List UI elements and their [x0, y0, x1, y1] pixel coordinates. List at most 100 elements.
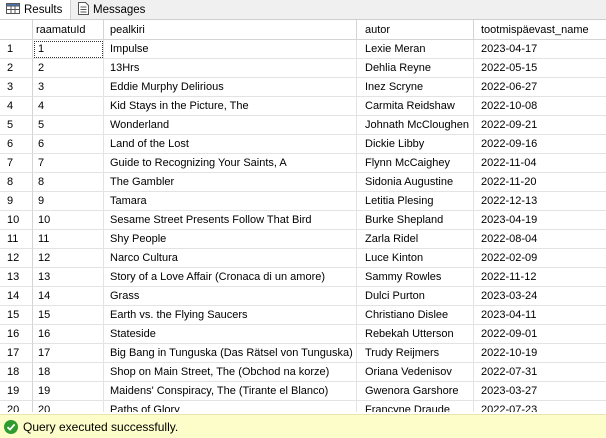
cell-pealkiri[interactable]: 13Hrs: [104, 59, 357, 78]
row-number[interactable]: 4: [0, 97, 33, 116]
table-row[interactable]: 9 9 Tamara Letitia Plesing 2022-12-13: [0, 192, 606, 211]
row-number[interactable]: 8: [0, 173, 33, 192]
table-row[interactable]: 4 4 Kid Stays in the Picture, The Carmita R…: [0, 97, 606, 116]
row-number[interactable]: 11: [0, 230, 33, 249]
row-number[interactable]: 16: [0, 325, 33, 344]
cell-pealkiri[interactable]: Earth vs. the Flying Saucers: [104, 306, 357, 325]
table-row[interactable]: 20 20 Paths of Glory Francyne Draude 2022-07…: [0, 401, 606, 412]
cell-autor[interactable]: Letitia Plesing: [357, 192, 474, 211]
cell-raamatuid[interactable]: 1: [33, 40, 104, 59]
cell-pealkiri[interactable]: Narco Cultura: [104, 249, 357, 268]
table-row[interactable]: 12 12 Narco Cultura Luce Kinton 2022-02-09: [0, 249, 606, 268]
row-number[interactable]: 2: [0, 59, 33, 78]
cell-autor[interactable]: Flynn McCaighey: [357, 154, 474, 173]
cell-pealkiri[interactable]: Shy People: [104, 230, 357, 249]
table-row[interactable]: 18 18 Shop on Main Street, The (Obchod na …: [0, 363, 606, 382]
table-row[interactable]: 14 14 Grass Dulci Purton 2023-03-24: [0, 287, 606, 306]
cell-raamatuid[interactable]: 11: [33, 230, 104, 249]
cell-pealkiri[interactable]: Land of the Lost: [104, 135, 357, 154]
cell-tootmispaevast-name[interactable]: 2022-08-04: [474, 230, 606, 249]
cell-raamatuid[interactable]: 14: [33, 287, 104, 306]
cell-raamatuid[interactable]: 15: [33, 306, 104, 325]
table-row[interactable]: 10 10 Sesame Street Presents Follow That B…: [0, 211, 606, 230]
cell-autor[interactable]: Sammy Rowles: [357, 268, 474, 287]
cell-pealkiri[interactable]: Big Bang in Tunguska (Das Rätsel von Tun…: [104, 344, 357, 363]
cell-tootmispaevast-name[interactable]: 2022-07-23: [474, 401, 606, 412]
cell-tootmispaevast-name[interactable]: 2022-09-01: [474, 325, 606, 344]
tab-messages[interactable]: Messages: [73, 0, 153, 19]
row-number[interactable]: 3: [0, 78, 33, 97]
cell-pealkiri[interactable]: Kid Stays in the Picture, The: [104, 97, 357, 116]
row-number-header[interactable]: [0, 20, 33, 39]
table-row[interactable]: 13 13 Story of a Love Affair (Cronaca di u…: [0, 268, 606, 287]
row-number[interactable]: 15: [0, 306, 33, 325]
table-row[interactable]: 5 5 Wonderland Johnath McCloughen 2022-09-21: [0, 116, 606, 135]
tab-results[interactable]: Results: [0, 0, 71, 19]
cell-pealkiri[interactable]: The Gambler: [104, 173, 357, 192]
cell-raamatuid[interactable]: 12: [33, 249, 104, 268]
cell-tootmispaevast-name[interactable]: 2023-04-11: [474, 306, 606, 325]
cell-autor[interactable]: Dehlia Reyne: [357, 59, 474, 78]
cell-pealkiri[interactable]: Stateside: [104, 325, 357, 344]
cell-pealkiri[interactable]: Grass: [104, 287, 357, 306]
row-number[interactable]: 20: [0, 401, 33, 412]
cell-raamatuid[interactable]: 8: [33, 173, 104, 192]
table-row[interactable]: 2 2 13Hrs Dehlia Reyne 2022-05-15: [0, 59, 606, 78]
row-number[interactable]: 9: [0, 192, 33, 211]
row-number[interactable]: 13: [0, 268, 33, 287]
table-row[interactable]: 1 1 Impulse Lexie Meran 2023-04-17: [0, 40, 606, 59]
cell-autor[interactable]: Johnath McCloughen: [357, 116, 474, 135]
cell-tootmispaevast-name[interactable]: 2023-03-27: [474, 382, 606, 401]
cell-autor[interactable]: Inez Scryne: [357, 78, 474, 97]
cell-tootmispaevast-name[interactable]: 2023-03-24: [474, 287, 606, 306]
cell-tootmispaevast-name[interactable]: 2022-12-13: [474, 192, 606, 211]
table-row[interactable]: 17 17 Big Bang in Tunguska (Das Rätsel von…: [0, 344, 606, 363]
cell-tootmispaevast-name[interactable]: 2022-10-19: [474, 344, 606, 363]
cell-raamatuid[interactable]: 5: [33, 116, 104, 135]
cell-pealkiri[interactable]: Sesame Street Presents Follow That Bird: [104, 211, 357, 230]
cell-pealkiri[interactable]: Tamara: [104, 192, 357, 211]
cell-raamatuid[interactable]: 20: [33, 401, 104, 412]
cell-tootmispaevast-name[interactable]: 2023-04-17: [474, 40, 606, 59]
row-number[interactable]: 17: [0, 344, 33, 363]
row-number[interactable]: 10: [0, 211, 33, 230]
cell-raamatuid[interactable]: 4: [33, 97, 104, 116]
cell-raamatuid[interactable]: 13: [33, 268, 104, 287]
cell-tootmispaevast-name[interactable]: 2022-02-09: [474, 249, 606, 268]
cell-tootmispaevast-name[interactable]: 2022-06-27: [474, 78, 606, 97]
cell-tootmispaevast-name[interactable]: 2022-11-12: [474, 268, 606, 287]
cell-autor[interactable]: Zarla Ridel: [357, 230, 474, 249]
cell-tootmispaevast-name[interactable]: 2022-09-16: [474, 135, 606, 154]
cell-autor[interactable]: Carmita Reidshaw: [357, 97, 474, 116]
column-header-pealkiri[interactable]: pealkiri: [104, 20, 357, 39]
cell-pealkiri[interactable]: Story of a Love Affair (Cronaca di un am…: [104, 268, 357, 287]
cell-tootmispaevast-name[interactable]: 2022-11-20: [474, 173, 606, 192]
table-row[interactable]: 6 6 Land of the Lost Dickie Libby 2022-09-16: [0, 135, 606, 154]
cell-raamatuid[interactable]: 17: [33, 344, 104, 363]
cell-autor[interactable]: Oriana Vedenisov: [357, 363, 474, 382]
cell-raamatuid[interactable]: 16: [33, 325, 104, 344]
cell-tootmispaevast-name[interactable]: 2022-07-31: [474, 363, 606, 382]
cell-autor[interactable]: Dulci Purton: [357, 287, 474, 306]
row-number[interactable]: 1: [0, 40, 33, 59]
cell-tootmispaevast-name[interactable]: 2022-11-04: [474, 154, 606, 173]
row-number[interactable]: 14: [0, 287, 33, 306]
table-row[interactable]: 15 15 Earth vs. the Flying Saucers Christia…: [0, 306, 606, 325]
cell-tootmispaevast-name[interactable]: 2023-04-19: [474, 211, 606, 230]
table-row[interactable]: 3 3 Eddie Murphy Delirious Inez Scryne 2022-…: [0, 78, 606, 97]
cell-raamatuid[interactable]: 18: [33, 363, 104, 382]
table-row[interactable]: 7 7 Guide to Recognizing Your Saints, A Fly…: [0, 154, 606, 173]
table-row[interactable]: 19 19 Maidens' Conspiracy, The (Tirante el…: [0, 382, 606, 401]
table-row[interactable]: 11 11 Shy People Zarla Ridel 2022-08-04: [0, 230, 606, 249]
cell-autor[interactable]: Rebekah Utterson: [357, 325, 474, 344]
cell-autor[interactable]: Luce Kinton: [357, 249, 474, 268]
cell-autor[interactable]: Sidonia Augustine: [357, 173, 474, 192]
cell-raamatuid[interactable]: 7: [33, 154, 104, 173]
cell-autor[interactable]: Trudy Reijmers: [357, 344, 474, 363]
cell-raamatuid[interactable]: 2: [33, 59, 104, 78]
cell-raamatuid[interactable]: 6: [33, 135, 104, 154]
cell-pealkiri[interactable]: Paths of Glory: [104, 401, 357, 412]
column-header-tootmispaevast-name[interactable]: tootmispäevast_name: [474, 20, 606, 39]
cell-autor[interactable]: Gwenora Garshore: [357, 382, 474, 401]
cell-pealkiri[interactable]: Maidens' Conspiracy, The (Tirante el Bla…: [104, 382, 357, 401]
